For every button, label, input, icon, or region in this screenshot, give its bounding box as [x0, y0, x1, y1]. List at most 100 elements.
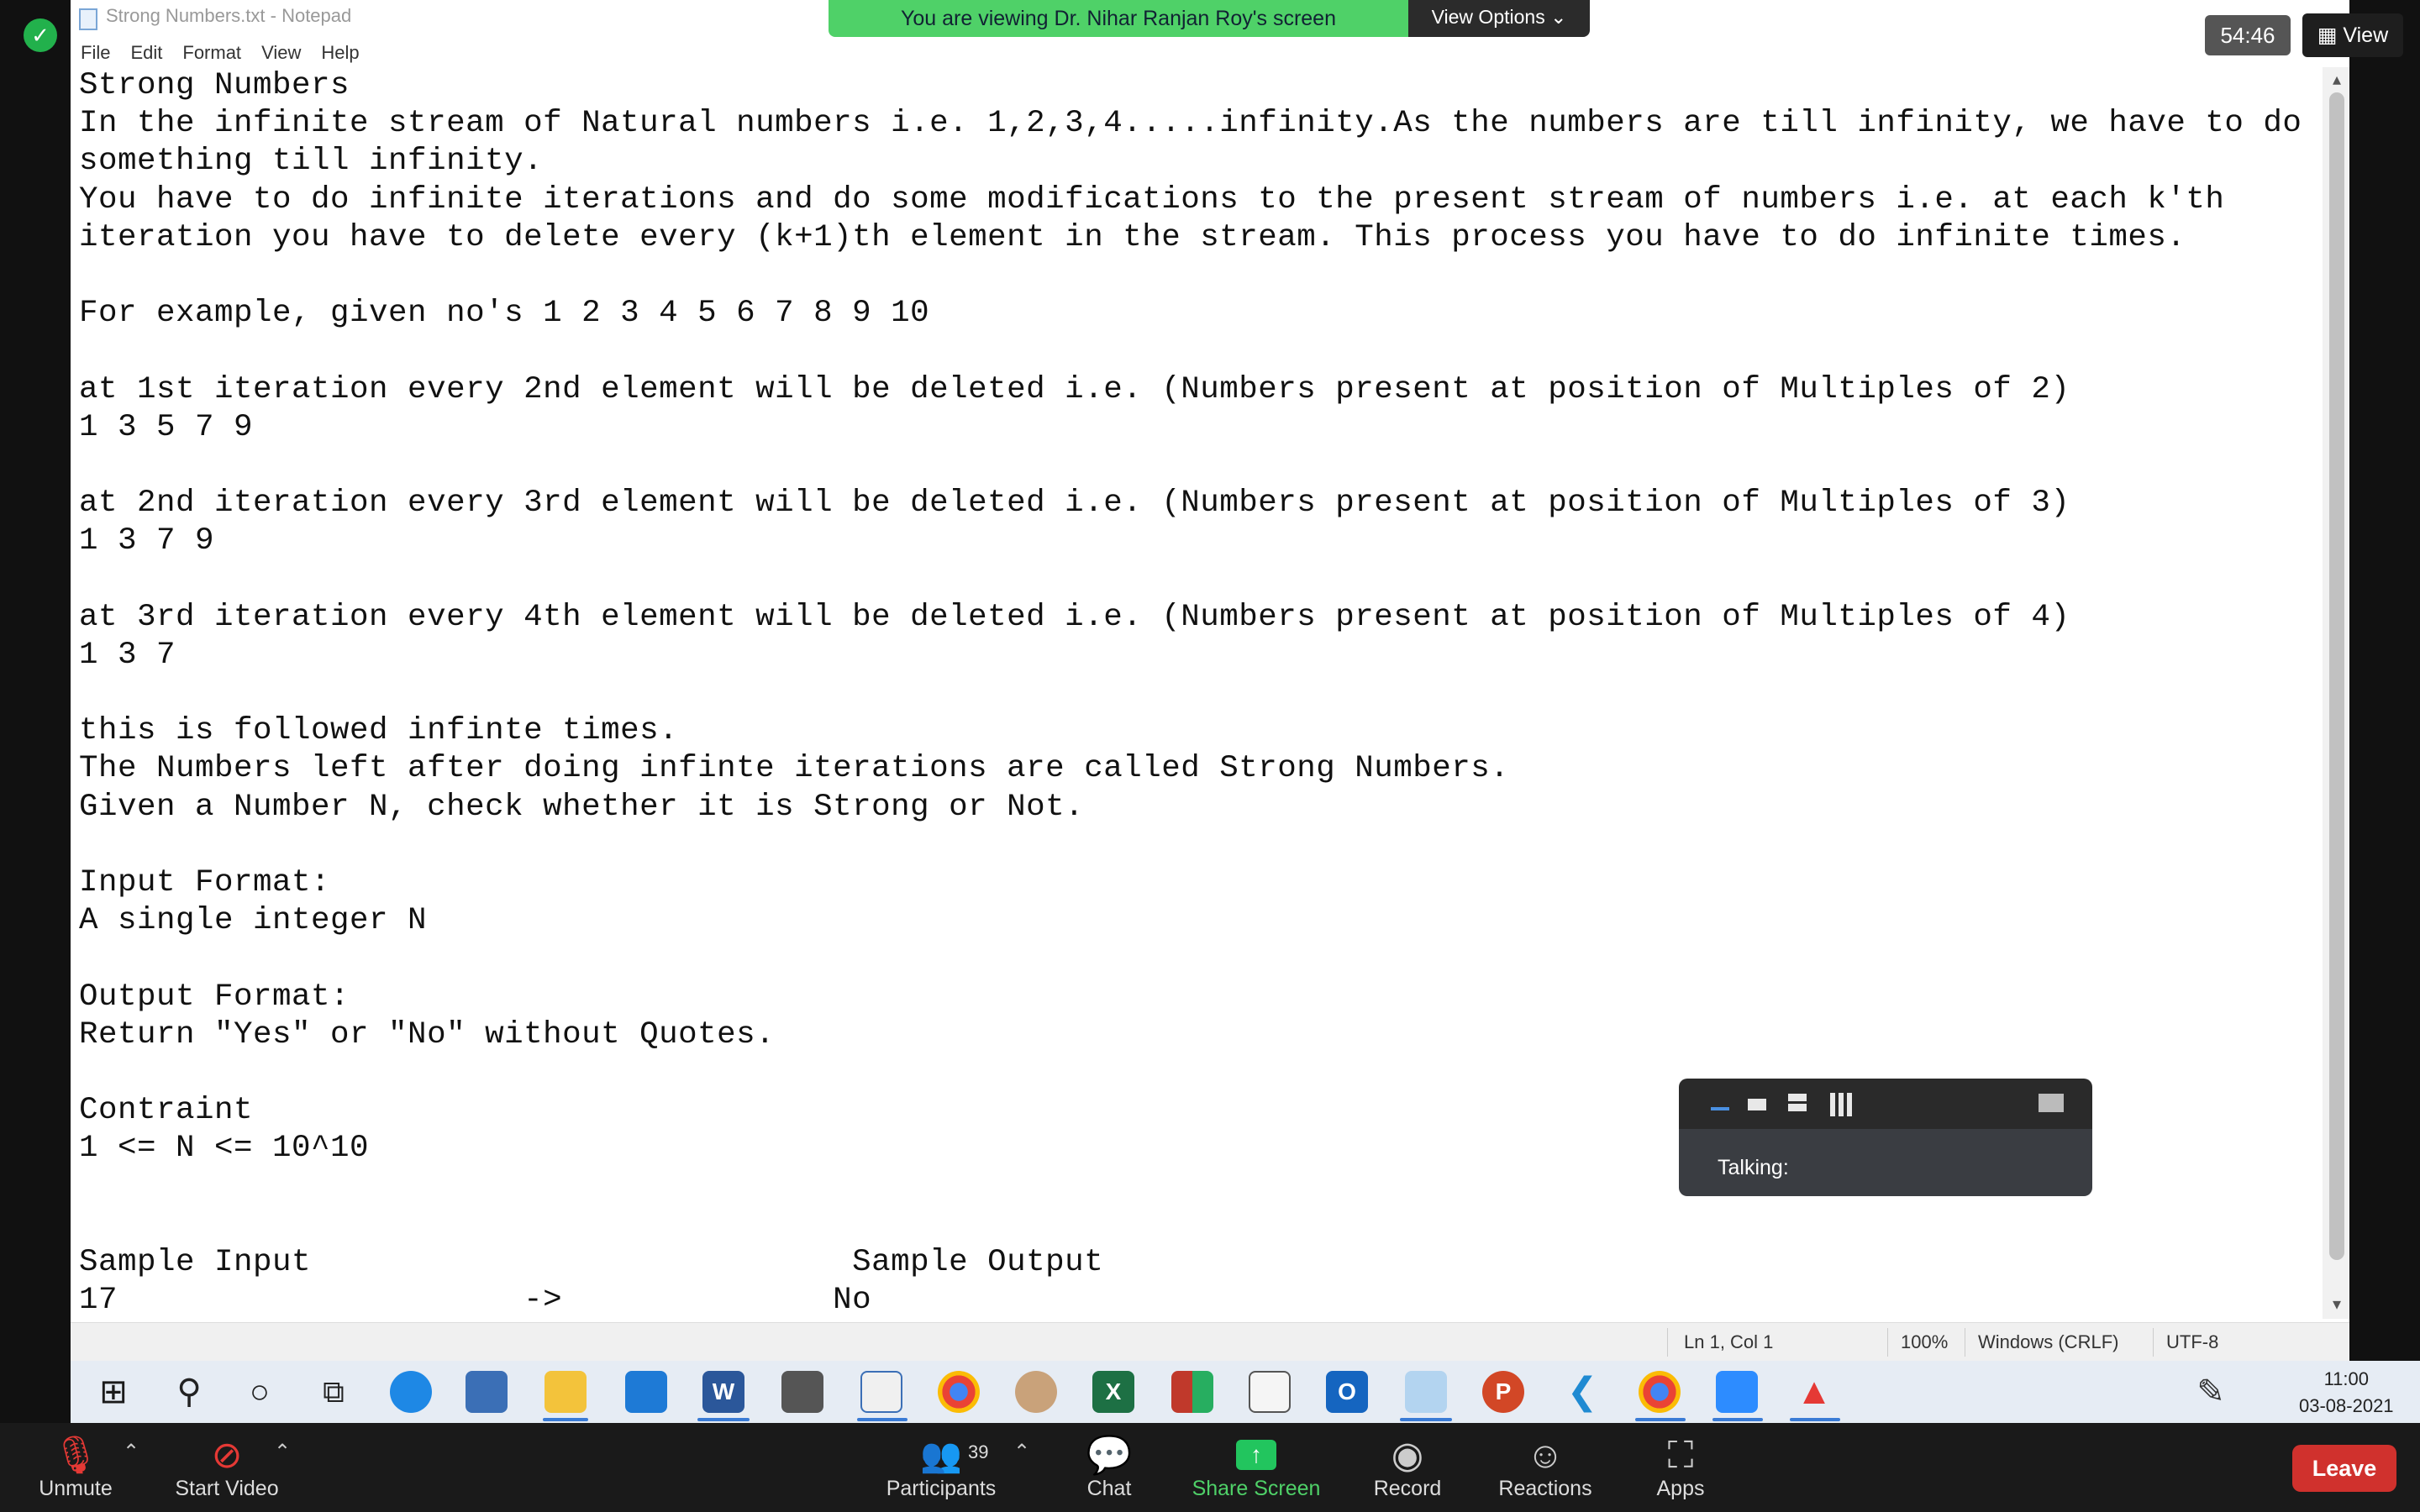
- scrollbar-thumb[interactable]: [2329, 92, 2344, 1260]
- single-video-icon[interactable]: [1748, 1099, 1766, 1110]
- pen-app-icon[interactable]: ▲: [1793, 1371, 1835, 1413]
- view-options-button[interactable]: View Options ⌄: [1408, 0, 1590, 37]
- gallery-view-icon[interactable]: [1830, 1093, 1854, 1116]
- archiver-icon[interactable]: [1249, 1371, 1291, 1413]
- word-icon[interactable]: W: [702, 1371, 744, 1413]
- unmute-button[interactable]: 🎙 Unmute: [25, 1423, 126, 1512]
- right-dark-strip: [2349, 0, 2420, 1361]
- status-divider: [1887, 1328, 1888, 1357]
- task-view-icon[interactable]: ⧉: [313, 1371, 355, 1413]
- text-line: [79, 675, 2323, 712]
- text-line: A single integer N: [79, 903, 428, 939]
- chrome-profile-icon[interactable]: [1639, 1371, 1681, 1413]
- active-indicator: [1400, 1418, 1452, 1421]
- text-line: The Numbers left after doing infinte ite…: [79, 751, 1510, 787]
- talking-panel[interactable]: Talking:: [1679, 1079, 2092, 1196]
- start-video-button[interactable]: ⊘ Start Video: [165, 1423, 289, 1512]
- meeting-timer: 54:46: [2205, 15, 2291, 55]
- participants-options-chevron-icon[interactable]: ⌃: [1013, 1440, 1030, 1464]
- windows-start-icon[interactable]: ⊞: [92, 1371, 134, 1413]
- record-icon: ◉: [1391, 1435, 1424, 1476]
- search-icon[interactable]: ⚲: [168, 1371, 210, 1413]
- text-line: [79, 1206, 2323, 1244]
- scroll-down-icon[interactable]: ▾: [2326, 1294, 2348, 1314]
- active-indicator: [857, 1418, 908, 1421]
- status-divider: [1667, 1328, 1668, 1357]
- reactions-button[interactable]: ☺ Reactions: [1491, 1423, 1600, 1512]
- record-button[interactable]: ◉ Record: [1361, 1423, 1454, 1512]
- minimize-video-icon[interactable]: [1711, 1107, 1729, 1110]
- text-line: at 1st iteration every 2nd element will …: [79, 371, 2070, 407]
- record-label: Record: [1373, 1477, 1442, 1500]
- text-line: this is followed infinte times.: [79, 713, 679, 749]
- speaker-view-icon[interactable]: [1788, 1094, 1807, 1101]
- zoom-meeting-toolbar: 🎙 Unmute ⌃ ⊘ Start Video ⌃ 👥 39 Particip…: [0, 1423, 2420, 1512]
- chrome-icon[interactable]: [938, 1371, 980, 1413]
- muted-microphone-icon: 🎙: [52, 1435, 99, 1476]
- vscode-icon[interactable]: ❮: [1561, 1371, 1603, 1413]
- text-line: something till infinity.: [79, 144, 544, 180]
- outlook-icon[interactable]: O: [1326, 1371, 1368, 1413]
- pen-workspace-icon[interactable]: ✎: [2190, 1371, 2232, 1413]
- zoom-app-icon[interactable]: [1716, 1371, 1758, 1413]
- zoom-level: 100%: [1901, 1331, 1949, 1352]
- view-button-label: View: [2343, 24, 2389, 47]
- text-line: [79, 560, 2323, 598]
- text-line: Strong Numbers: [79, 68, 350, 103]
- text-line: Input Format:: [79, 864, 331, 900]
- store-icon[interactable]: [466, 1371, 508, 1413]
- excel-icon[interactable]: X: [1092, 1371, 1134, 1413]
- text-line: at 2nd iteration every 3rd element will …: [79, 486, 2070, 522]
- text-line: Output Format:: [79, 979, 350, 1015]
- start-video-label: Start Video: [175, 1477, 279, 1500]
- video-options-chevron-icon[interactable]: ⌃: [274, 1440, 291, 1464]
- window-title: Strong Numbers.txt - Notepad: [106, 5, 352, 26]
- menu-edit[interactable]: Edit: [120, 37, 172, 67]
- leave-meeting-button[interactable]: Leave: [2292, 1445, 2396, 1492]
- apps-button[interactable]: ⛶ Apps: [1639, 1423, 1723, 1512]
- mail-icon[interactable]: [625, 1371, 667, 1413]
- exit-fullscreen-icon[interactable]: [2039, 1094, 2064, 1112]
- edge-browser-icon[interactable]: [390, 1371, 432, 1413]
- menu-view[interactable]: View: [251, 37, 311, 67]
- text-line: [79, 447, 2323, 485]
- mixed-app-icon[interactable]: [1171, 1371, 1213, 1413]
- share-screen-button[interactable]: ↑ Share Screen: [1185, 1423, 1328, 1512]
- view-button[interactable]: ▦ View: [2302, 13, 2403, 57]
- text-line: Return "Yes" or "No" without Quotes.: [79, 1016, 776, 1053]
- document-viewer-icon[interactable]: [860, 1371, 902, 1413]
- windows-taskbar: ⊞ ⚲ ○ ⧉ W X O P ❮ ▲ ✎ 11:00 03-08-2021: [71, 1361, 2420, 1423]
- clock-time: 11:00: [2323, 1368, 2369, 1389]
- text-line: 1 3 7: [79, 637, 176, 673]
- reactions-label: Reactions: [1498, 1477, 1592, 1500]
- participants-label: Participants: [886, 1477, 997, 1500]
- menu-help[interactable]: Help: [311, 37, 369, 67]
- powerpoint-icon[interactable]: P: [1482, 1371, 1524, 1413]
- texmaker-icon[interactable]: [781, 1371, 823, 1413]
- cortana-icon[interactable]: ○: [239, 1371, 281, 1413]
- text-line: 1 3 5 7 9: [79, 409, 254, 445]
- text-line: You have to do infinite iterations and d…: [79, 181, 2225, 218]
- video-off-icon: ⊘: [211, 1435, 243, 1476]
- text-line: [79, 257, 2323, 295]
- apps-icon: ⛶: [1667, 1435, 1694, 1476]
- security-shield-icon[interactable]: ✓: [24, 18, 57, 52]
- text-line: [79, 940, 2323, 978]
- file-explorer-icon[interactable]: [544, 1371, 587, 1413]
- menu-format[interactable]: Format: [172, 37, 251, 67]
- participants-count: 39: [968, 1441, 989, 1462]
- scroll-up-icon[interactable]: ▴: [2326, 69, 2348, 89]
- participants-button[interactable]: 👥 39 Participants: [874, 1423, 1008, 1512]
- chat-button[interactable]: 💬 Chat: [1067, 1423, 1151, 1512]
- chat-label: Chat: [1086, 1477, 1132, 1500]
- audio-options-chevron-icon[interactable]: ⌃: [123, 1440, 139, 1464]
- status-bar: Ln 1, Col 1 100% Windows (CRLF) UTF-8: [71, 1322, 2349, 1361]
- screen: ✓ Strong Numbers.txt - Notepad File Edit…: [0, 0, 2420, 1512]
- sharing-status-text: You are viewing Dr. Nihar Ranjan Roy's s…: [829, 0, 1408, 37]
- taskbar-clock[interactable]: 11:00 03-08-2021: [2299, 1366, 2394, 1420]
- active-indicator: [697, 1418, 750, 1421]
- notepad-taskbar-icon[interactable]: [1405, 1371, 1447, 1413]
- paint-icon[interactable]: [1015, 1371, 1057, 1413]
- text-line: iteration you have to delete every (k+1)…: [79, 219, 2186, 255]
- menu-file[interactable]: File: [71, 37, 120, 67]
